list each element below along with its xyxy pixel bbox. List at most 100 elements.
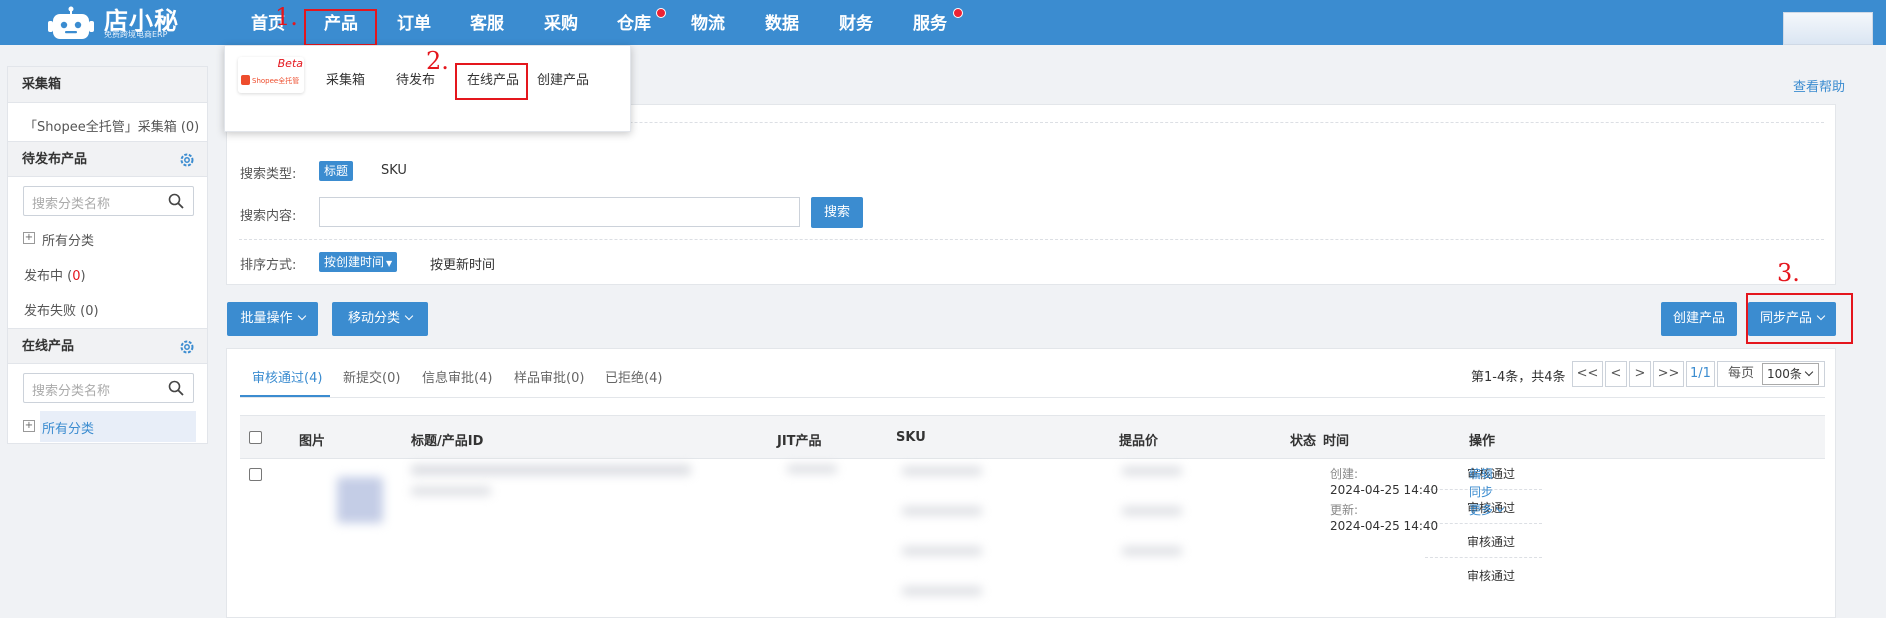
status-approved: 审核通过	[1467, 535, 1516, 549]
menu-item-collect-box[interactable]: 采集箱	[326, 69, 365, 88]
create-product-button[interactable]: 创建产品	[1661, 302, 1737, 336]
gear-icon[interactable]	[179, 339, 195, 355]
online-products-title: 在线产品	[22, 339, 75, 354]
nav-purchase[interactable]: 采购	[541, 0, 581, 45]
sort-created-option[interactable]: 按创建时间 ▼	[319, 252, 398, 272]
sort-updated-option[interactable]: 按更新时间	[430, 254, 495, 273]
nav-warehouse[interactable]: 仓库	[614, 0, 654, 45]
chevron-down-icon	[1495, 503, 1505, 513]
move-category-button[interactable]: 移动分类	[332, 302, 428, 336]
pending-search-placeholder: 搜索分类名称	[32, 197, 111, 212]
page-indicator[interactable]: 1/1	[1686, 361, 1715, 387]
price-blurred	[1122, 507, 1182, 515]
sync-link[interactable]: 同步	[1469, 483, 1493, 500]
header-price: 提品价	[1119, 434, 1159, 449]
pending-category-search-input[interactable]: 搜索分类名称	[23, 186, 194, 216]
search-content-input[interactable]	[319, 197, 800, 227]
publishing-count: 0	[72, 269, 81, 284]
brand-logo[interactable]: 店小秘 免费跨境电商ERP	[48, 2, 198, 42]
updated-label: 更新:	[1330, 503, 1359, 517]
online-category-search-input[interactable]: 搜索分类名称	[23, 373, 194, 403]
sort-created-label: 按创建时间	[324, 255, 385, 269]
header-actions: 操作	[1469, 434, 1496, 449]
pending-products-header[interactable]: 待发布产品	[8, 141, 207, 177]
sku-blurred	[902, 467, 982, 475]
expand-plus-icon[interactable]: +	[23, 420, 35, 432]
sku-blurred	[902, 507, 982, 515]
batch-operations-button[interactable]: 批量操作	[227, 302, 318, 336]
tab-approved[interactable]: 审核通过(4)	[252, 367, 322, 386]
main-content: 搜索类型: 标题 SKU 搜索内容: 搜索 排序方式: 按创建时间 ▼ 按更新时间…	[226, 66, 1836, 618]
header-time: 时间	[1323, 434, 1350, 449]
sort-label: 排序方式:	[240, 258, 297, 273]
tab-sample-review[interactable]: 样品审批(0)	[514, 367, 584, 386]
select-all-checkbox[interactable]	[249, 431, 262, 444]
next-page-button[interactable]: >	[1629, 361, 1651, 387]
edit-link[interactable]: 编辑	[1469, 465, 1493, 482]
publishing-label: 发布中 (	[24, 269, 73, 284]
nav-service[interactable]: 服务	[910, 0, 950, 45]
annotation-number-2: 2.	[426, 47, 449, 75]
brand-subtitle: 免费跨境电商ERP	[104, 30, 168, 39]
last-page-button[interactable]: >>	[1653, 361, 1684, 387]
product-id-blurred	[411, 487, 491, 495]
header-status: 状态	[1290, 434, 1317, 449]
shopee-collect-box-item[interactable]: 「Shopee全托管」采集箱 (0)	[24, 116, 199, 135]
service-notification-dot	[953, 8, 963, 18]
menu-item-create-product[interactable]: 创建产品	[537, 69, 589, 88]
shopee-full-managed-tab[interactable]: Beta Shopee全托管	[238, 57, 304, 93]
tab-rejected[interactable]: 已拒绝(4)	[605, 367, 662, 386]
pending-all-categories[interactable]: 所有分类	[42, 230, 94, 249]
nav-logistics[interactable]: 物流	[688, 0, 728, 45]
prev-page-button[interactable]: <	[1605, 361, 1627, 387]
product-title-blurred	[411, 465, 691, 475]
per-page-select[interactable]: 100条	[1762, 363, 1819, 385]
shopee-bag-icon	[241, 75, 250, 85]
nav-orders[interactable]: 订单	[394, 0, 434, 45]
product-image[interactable]	[337, 477, 383, 523]
first-page-button[interactable]: <<	[1572, 361, 1603, 387]
chevron-down-icon	[404, 311, 414, 321]
search-type-sku-option[interactable]: SKU	[381, 163, 407, 178]
gear-icon[interactable]	[179, 152, 195, 168]
online-search-placeholder: 搜索分类名称	[32, 384, 111, 399]
row-checkbox[interactable]	[249, 468, 262, 481]
user-account-area[interactable]	[1783, 12, 1873, 45]
publishing-item[interactable]: 发布中 (0)	[24, 265, 86, 284]
move-category-label: 移动分类	[347, 311, 400, 326]
search-icon[interactable]	[168, 380, 184, 396]
divider	[1425, 557, 1542, 558]
search-content-label: 搜索内容:	[240, 209, 297, 224]
search-type-title-option[interactable]: 标题	[319, 161, 354, 181]
annotation-number-1: 1.	[275, 3, 298, 31]
online-products-header[interactable]: 在线产品	[8, 328, 207, 364]
batch-operations-label: 批量操作	[240, 311, 293, 326]
tab-new-submitted[interactable]: 新提交(0)	[343, 367, 400, 386]
tabs-divider	[240, 397, 1825, 398]
publish-failed-item[interactable]: 发布失败 (0)	[24, 300, 99, 319]
annotation-box-sync	[1746, 293, 1853, 344]
sku-blurred	[902, 587, 982, 595]
annotation-box-products	[304, 9, 377, 46]
shopee-logo-text: Shopee全托管	[252, 77, 300, 85]
search-type-label: 搜索类型:	[240, 167, 297, 182]
jit-blurred	[787, 465, 837, 473]
nav-data[interactable]: 数据	[762, 0, 802, 45]
annotation-box-online-products	[455, 63, 528, 100]
expand-plus-icon[interactable]: +	[23, 232, 35, 244]
pending-products-title: 待发布产品	[22, 152, 88, 167]
online-all-categories[interactable]: 所有分类	[42, 418, 94, 437]
divider	[1425, 523, 1542, 524]
nav-customer-service[interactable]: 客服	[467, 0, 507, 45]
nav-finance[interactable]: 财务	[836, 0, 876, 45]
search-button[interactable]: 搜索	[811, 197, 863, 228]
collect-box-header[interactable]: 采集箱	[8, 67, 207, 103]
pagination-summary: 第1-4条，共4条	[1471, 370, 1566, 385]
warehouse-notification-dot	[656, 8, 666, 18]
chevron-down-icon	[1804, 367, 1814, 377]
header-image: 图片	[299, 434, 326, 449]
search-icon[interactable]	[168, 193, 184, 209]
tab-info-review[interactable]: 信息审批(4)	[422, 367, 492, 386]
more-link[interactable]: 更多	[1469, 501, 1505, 518]
status-approved: 审核通过	[1467, 569, 1516, 583]
